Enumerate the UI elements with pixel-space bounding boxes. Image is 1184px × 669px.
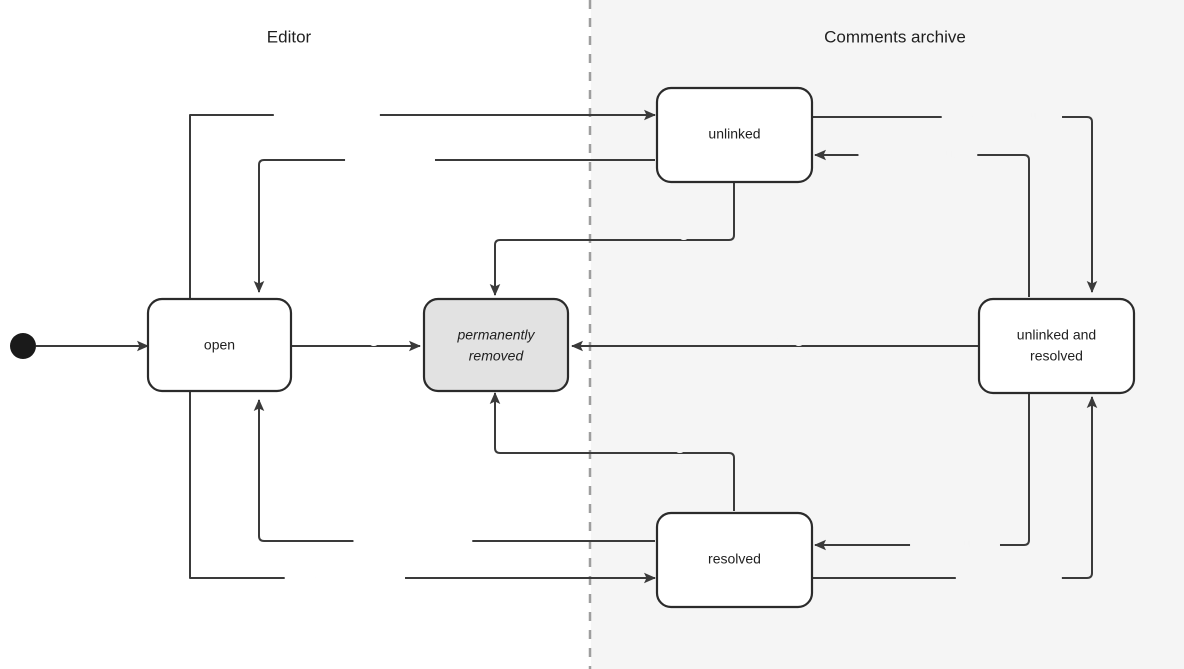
edge-label-delete-unlinked-and-resolved-line2: using button <box>740 349 814 364</box>
edge-label-content-removed-bottom: content removed <box>959 570 1060 585</box>
edge-label-delete-open-line1: delete by <box>325 328 380 343</box>
edge-label-click-resolve-top: click resolve button <box>945 109 1060 124</box>
edge-label-create-thread-line1-halo: create <box>72 328 110 343</box>
state-label-unlinked: unlinked <box>708 126 760 142</box>
state-diagram: Editor Comments archive open permanently… <box>10 0 1184 669</box>
state-node-unlinked[interactable]: unlinked <box>655 86 814 184</box>
state-node-open[interactable]: open <box>146 297 293 393</box>
state-label-unlinked-and-resolved-line1: unlinked and <box>1017 327 1096 343</box>
state-node-unlinked-and-resolved[interactable]: unlinked and resolved <box>977 297 1136 395</box>
edge-label-delete-unlinked-and-resolved-line1: delete by <box>750 328 805 343</box>
edge-label-click-reopen-bottom: click reopen button <box>356 533 469 548</box>
state-label-open: open <box>204 337 235 353</box>
state-label-unlinked-and-resolved-line2: resolved <box>1030 348 1083 364</box>
edge-label-click-resolve-bottom: click resolve button <box>288 570 403 585</box>
state-box-permanently-removed <box>422 297 570 393</box>
state-box-unlinked-and-resolved <box>977 297 1136 395</box>
state-label-permanently-removed-line1: permanently <box>456 327 535 343</box>
state-label-resolved: resolved <box>708 551 761 567</box>
initial-state-node <box>10 333 36 359</box>
edge-label-delete-resolved-line2: using button <box>621 456 695 471</box>
edge-label-content-removed-top: content removed <box>277 107 378 122</box>
edge-label-click-reopen-top: click reopen button <box>861 147 974 162</box>
edge-label-restore-undo-bottom: restore (undo) <box>913 537 998 552</box>
edge-label-create-thread-line2-halo: thread <box>72 349 110 364</box>
state-label-permanently-removed-line2: removed <box>469 348 525 364</box>
edge-label-delete-unlinked-line2: using button <box>625 243 699 258</box>
lane-title-comments-archive: Comments archive <box>824 27 966 46</box>
state-diagram-canvas: Editor Comments archive open permanently… <box>0 0 1184 669</box>
edge-label-delete-open-line2: using button <box>315 349 389 364</box>
edge-label-delete-resolved-line1: delete by <box>631 435 686 450</box>
state-node-permanently-removed[interactable]: permanently removed <box>422 297 570 393</box>
edge-label-delete-unlinked-line1: delete by <box>635 222 690 237</box>
edge-label-restore-undo-top: restore (undo) <box>348 152 433 167</box>
state-node-resolved[interactable]: resolved <box>655 511 814 609</box>
lane-title-editor: Editor <box>267 27 312 46</box>
